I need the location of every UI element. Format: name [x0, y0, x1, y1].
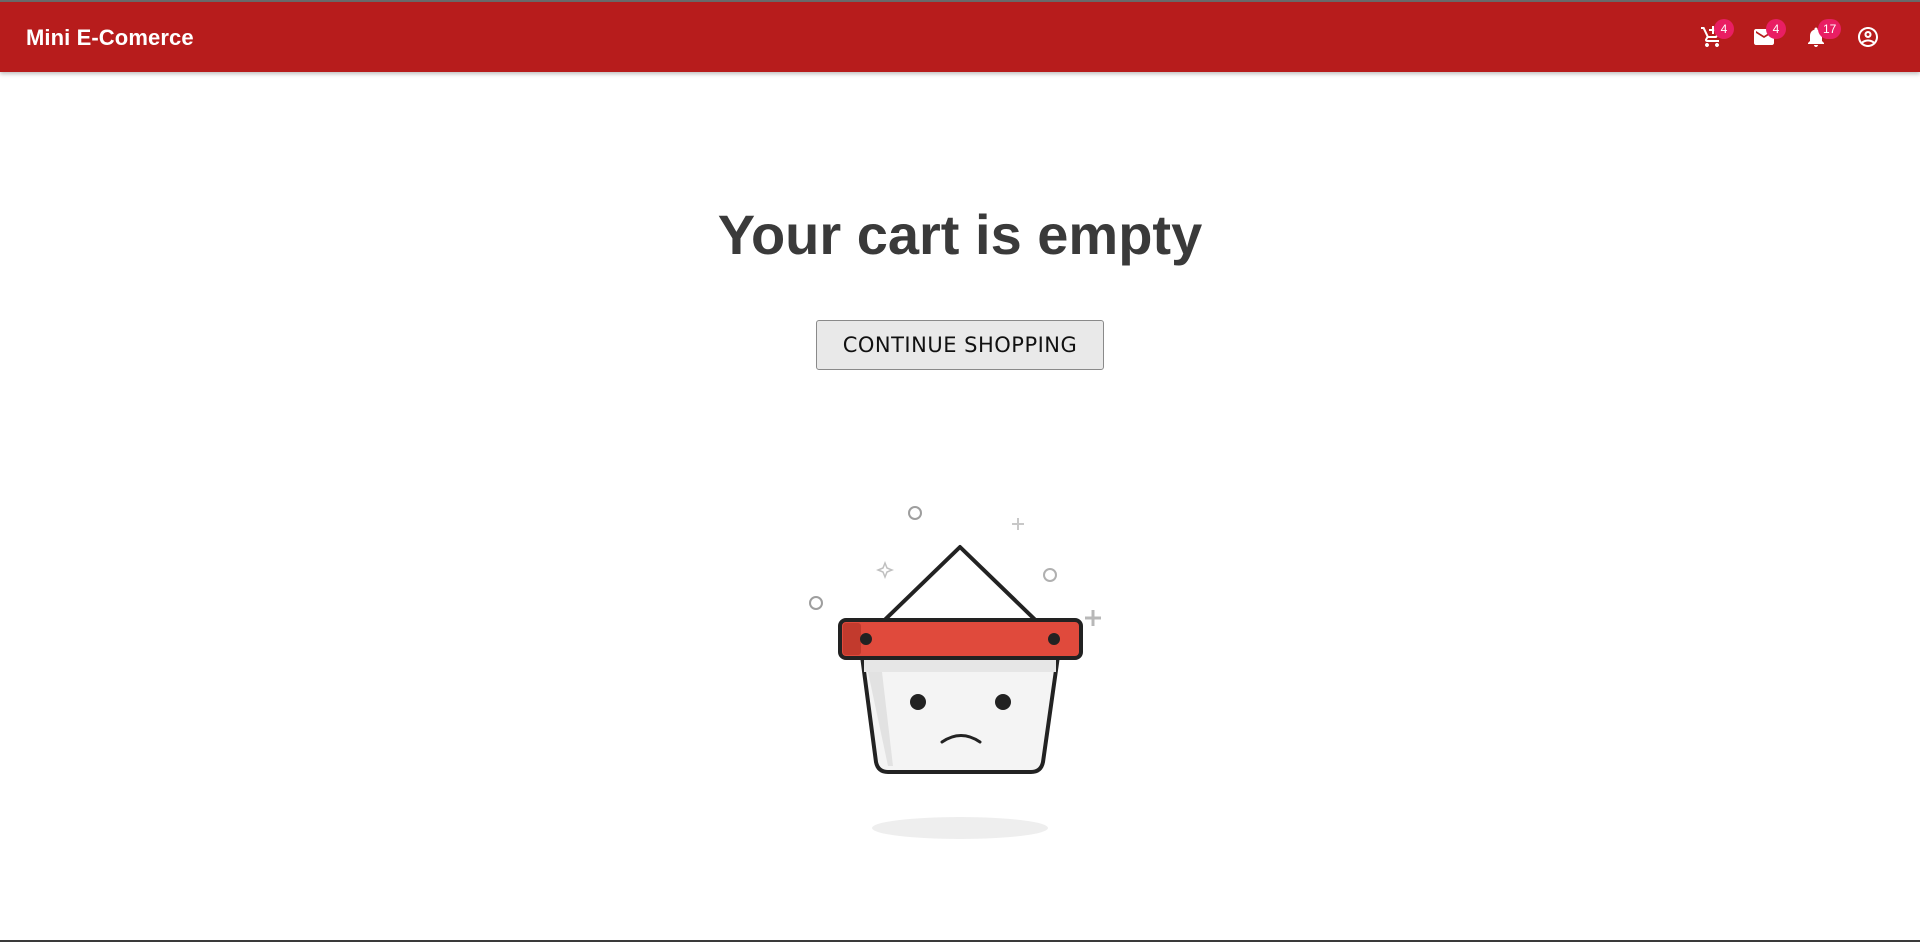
account-button[interactable] [1842, 11, 1894, 63]
brand-title[interactable]: Mini E-Comerce [26, 25, 194, 51]
cart-badge: 4 [1714, 19, 1734, 39]
sparkle-circle [1043, 568, 1057, 582]
sparkle-star [875, 560, 895, 580]
sparkle-circle [908, 506, 922, 520]
continue-shopping-button[interactable]: CONTINUE SHOPPING [816, 320, 1104, 370]
basket-band [838, 618, 1083, 660]
basket-inner-shadow [864, 658, 1056, 672]
mail-badge: 4 [1766, 19, 1786, 39]
basket-band-shade [843, 623, 861, 655]
basket-eye-right [995, 694, 1011, 710]
basket-eye-left [910, 694, 926, 710]
sparkle-plus [1085, 610, 1101, 626]
mail-button[interactable]: 4 [1738, 11, 1790, 63]
cart-page: Your cart is empty CONTINUE SHOPPING [0, 72, 1920, 940]
sparkle-circle [809, 596, 823, 610]
cart-button[interactable]: 4 [1686, 11, 1738, 63]
handle-rivet [1048, 633, 1060, 645]
sparkle-plus [1012, 518, 1024, 530]
account-circle-icon [1858, 27, 1878, 47]
app-bar: Mini E-Comerce 4 4 17 [0, 2, 1920, 72]
handle-rivet [860, 633, 872, 645]
notifications-badge: 17 [1818, 19, 1842, 39]
empty-cart-title: Your cart is empty [717, 203, 1203, 266]
notifications-button[interactable]: 17 [1790, 11, 1842, 63]
basket-floor-shadow [872, 817, 1048, 839]
appbar-actions: 4 4 17 [1686, 11, 1894, 63]
empty-basket-illustration [809, 506, 1101, 839]
